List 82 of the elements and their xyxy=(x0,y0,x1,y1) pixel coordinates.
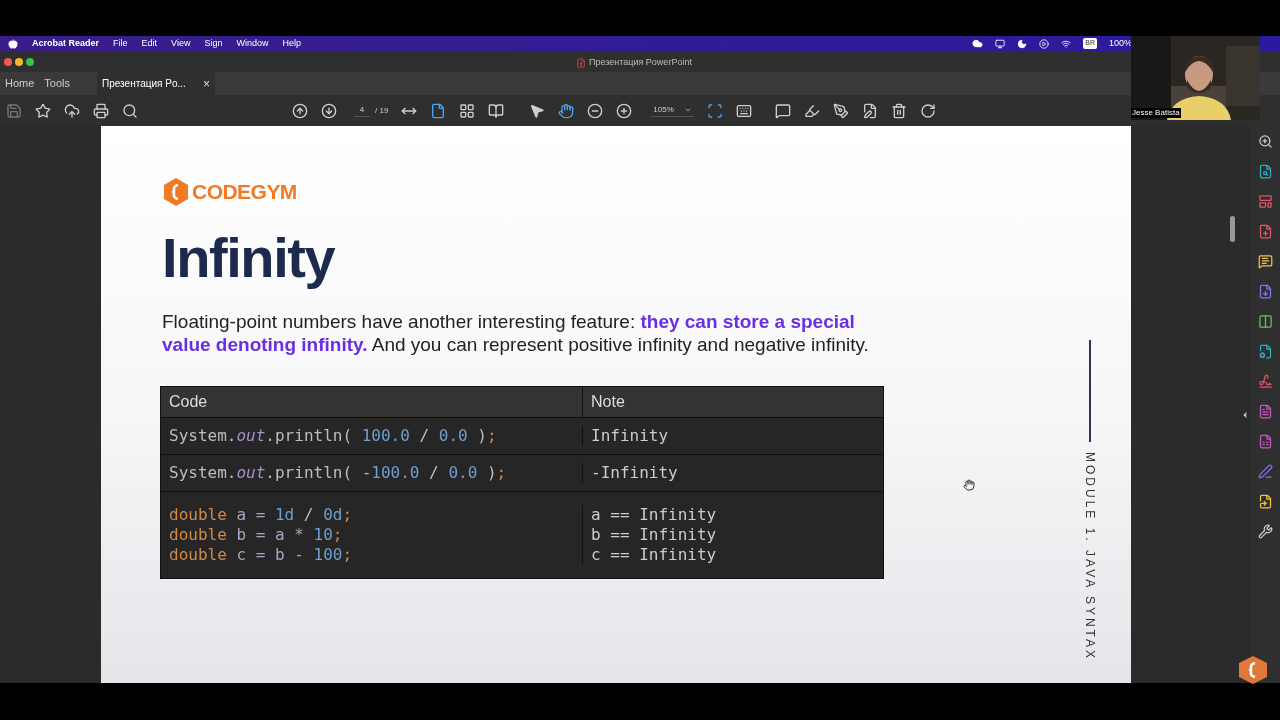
battery-percent: 100% xyxy=(1108,36,1132,50)
tab[interactable]: Презентация Po... × xyxy=(97,72,216,95)
note-text: -Infinity xyxy=(591,462,679,483)
page-total: / 19 xyxy=(375,104,389,117)
logo-text: CODEGYM xyxy=(192,179,297,205)
wrench-icon[interactable] xyxy=(1257,524,1273,539)
close-tab-button[interactable]: × xyxy=(203,74,211,93)
menu-item[interactable]: File xyxy=(113,36,128,51)
file-text-icon[interactable] xyxy=(1257,404,1273,419)
zoom-out-icon[interactable] xyxy=(587,102,604,119)
tab[interactable]: Tools xyxy=(39,72,76,95)
edit-file-icon[interactable] xyxy=(861,102,878,119)
spreadsheet-icon[interactable] xyxy=(1257,434,1273,449)
zoom-dropdown[interactable]: 105% xyxy=(651,104,694,117)
slide-paragraph: Floating-point numbers have another interesting feature: they can store a special value denoting infinity. And you can represent positive infinity and negative infinity. xyxy=(162,309,870,356)
page-field[interactable]: 4 xyxy=(354,104,370,117)
layout-icon[interactable] xyxy=(1257,194,1273,209)
code-line: System.out.println( -100.0 / 0.0 ); xyxy=(169,462,508,483)
minimize-button[interactable] xyxy=(15,57,23,66)
columns-icon[interactable] xyxy=(1257,314,1273,329)
trash-icon[interactable] xyxy=(890,102,907,119)
menu-item[interactable]: Window xyxy=(236,36,269,51)
code-line: System.out.println( 100.0 / 0.0 ); xyxy=(169,425,498,446)
menu-item[interactable]: Edit xyxy=(141,36,158,51)
tab[interactable]: Home xyxy=(0,72,40,95)
close-window-button[interactable] xyxy=(4,57,12,66)
file-download-icon[interactable] xyxy=(1257,284,1273,299)
hand-icon[interactable] xyxy=(558,102,575,119)
display-icon[interactable] xyxy=(995,38,1006,49)
comment-icon[interactable] xyxy=(774,102,791,119)
upload-icon[interactable] xyxy=(64,102,80,119)
next-page-icon[interactable] xyxy=(321,102,337,119)
caret-icon xyxy=(683,106,692,114)
wifi-icon[interactable] xyxy=(1061,38,1072,49)
app-name[interactable]: Acrobat Reader xyxy=(32,36,100,51)
file-gear-icon[interactable] xyxy=(1257,344,1273,359)
previous-page-icon[interactable] xyxy=(292,102,308,119)
search-icon[interactable] xyxy=(122,102,138,119)
menu-item[interactable]: View xyxy=(171,36,191,51)
printer-icon[interactable] xyxy=(93,102,109,119)
note-text: b == Infinity xyxy=(591,524,718,545)
play-icon[interactable] xyxy=(1039,38,1050,49)
logo-icon xyxy=(162,176,190,207)
signature-icon[interactable] xyxy=(1257,374,1273,389)
comment-icon[interactable] xyxy=(1257,254,1273,269)
rotate-icon[interactable] xyxy=(919,102,936,119)
zoom-in-icon[interactable] xyxy=(616,102,633,119)
code-line: double a = 1d / 0d; xyxy=(169,504,354,525)
zoom-button[interactable] xyxy=(26,57,34,66)
logo-icon xyxy=(1237,655,1269,685)
highlighter-icon[interactable] xyxy=(803,102,820,119)
cursor-hand-icon xyxy=(963,479,975,491)
code-line: double b = a * 10; xyxy=(169,524,344,545)
scan-icon[interactable] xyxy=(706,102,723,119)
scroll-thumb[interactable] xyxy=(1230,216,1235,242)
code-line: double c = b - 100; xyxy=(169,544,354,565)
participant-name: Jesse Batista xyxy=(1131,108,1181,118)
two-page-icon[interactable] xyxy=(488,102,505,119)
keyboard-icon[interactable] xyxy=(735,102,752,119)
column-header: Code xyxy=(161,386,583,417)
apple-icon[interactable] xyxy=(8,38,18,49)
file-search-icon[interactable] xyxy=(1257,164,1273,179)
pointer-icon[interactable] xyxy=(529,102,546,119)
column-header: Note xyxy=(590,391,626,412)
window-title: Презентация PowerPoint xyxy=(589,56,692,69)
cloud-icon[interactable] xyxy=(972,38,984,49)
menu-item[interactable]: Sign xyxy=(204,36,223,51)
note-text: c == Infinity xyxy=(591,544,718,565)
note-text: Infinity xyxy=(591,425,670,446)
pdf-icon xyxy=(576,57,586,68)
collapse-icon[interactable] xyxy=(1240,410,1250,420)
star-icon[interactable] xyxy=(35,102,51,119)
file-plus-icon[interactable] xyxy=(1257,224,1273,239)
zoom-icon[interactable] xyxy=(1257,134,1273,149)
single-page-icon[interactable] xyxy=(430,102,447,119)
save-icon[interactable] xyxy=(6,102,22,119)
grid-view-icon[interactable] xyxy=(459,102,476,119)
pen-icon[interactable] xyxy=(832,102,849,119)
module-label: MODULE 1. JAVA SYNTAX xyxy=(1082,452,1098,662)
menu-item[interactable]: Help xyxy=(282,36,301,51)
note-text: a == Infinity xyxy=(591,504,718,525)
moon-icon[interactable] xyxy=(1017,38,1028,49)
